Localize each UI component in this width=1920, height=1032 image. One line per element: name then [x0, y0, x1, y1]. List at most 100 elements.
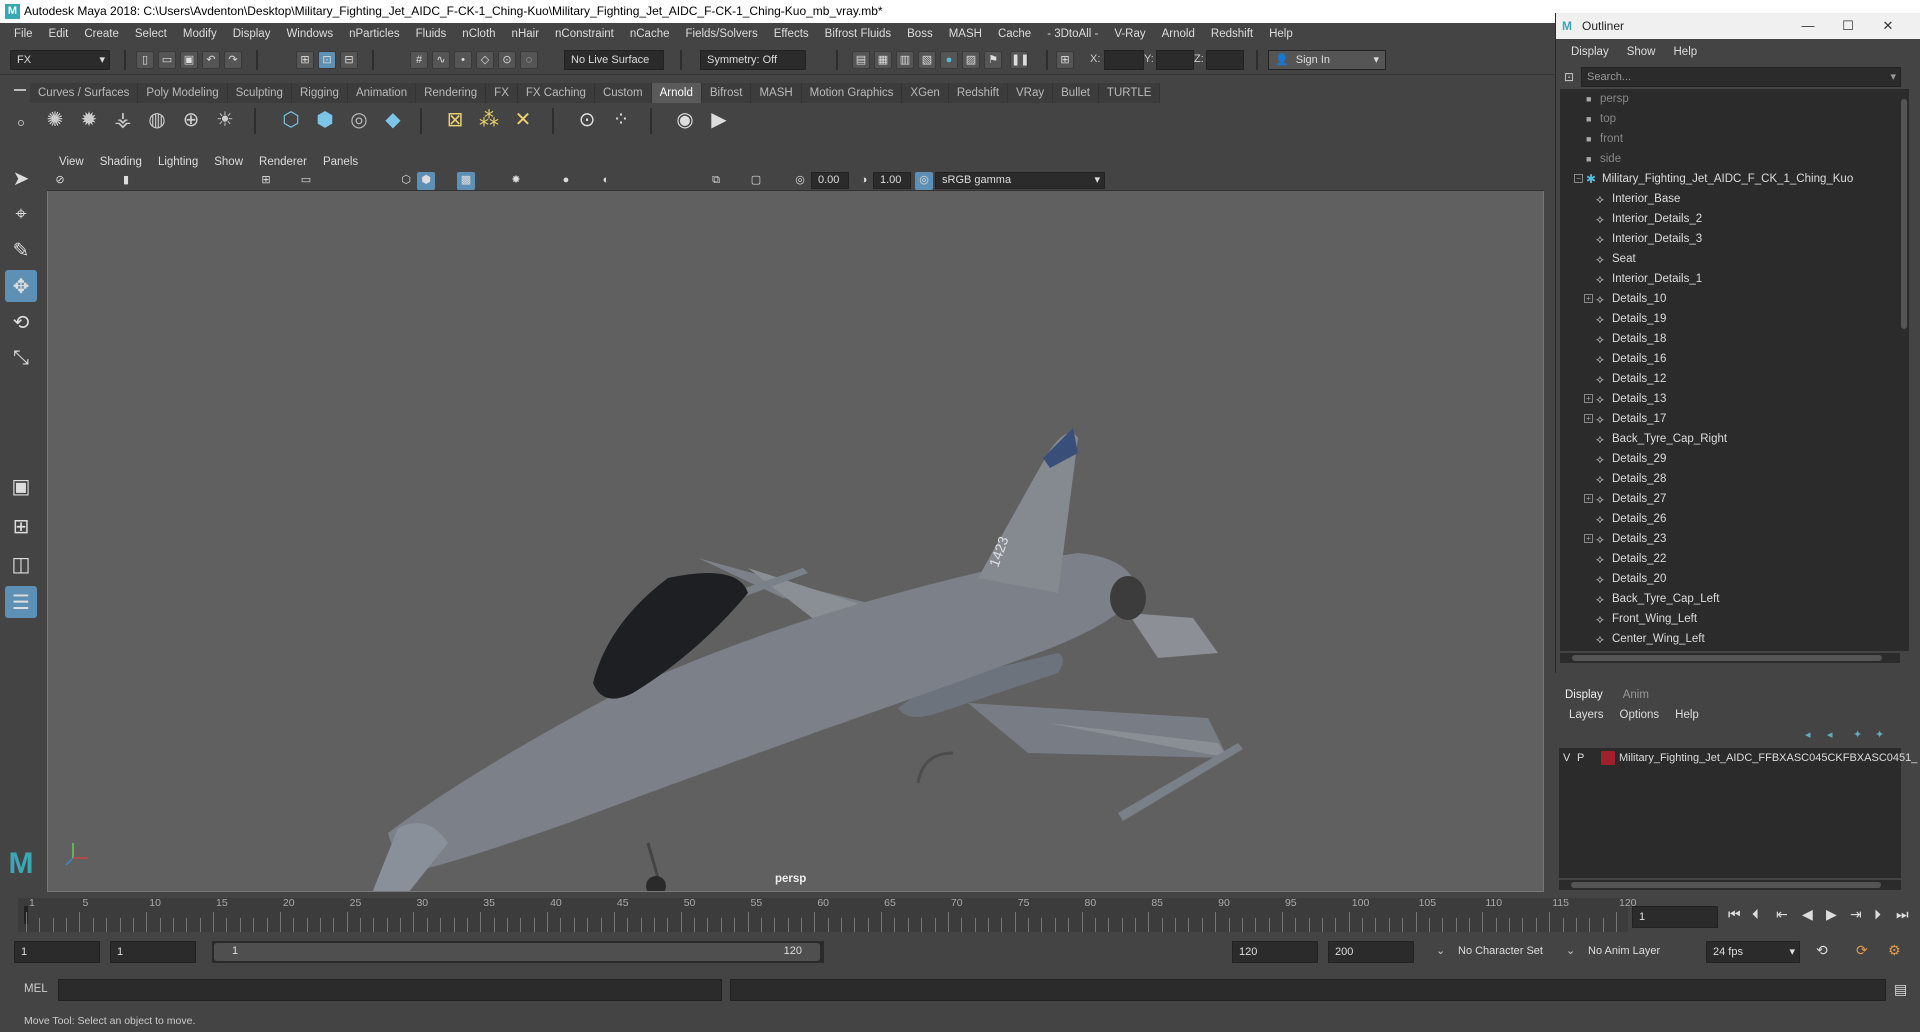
menu-item-file[interactable]: File [6, 28, 41, 40]
arnold-renderview-icon[interactable]: ◉ [670, 104, 700, 134]
outliner-item-row[interactable]: ⟡ Details_29 [1560, 449, 1900, 469]
move-layer-up-icon[interactable]: ◂ [1805, 728, 1811, 741]
textured-icon[interactable]: ▩ [457, 172, 475, 190]
menu-item-nparticles[interactable]: nParticles [341, 28, 408, 40]
outliner-item-row[interactable]: + ⟡ Details_13 [1560, 389, 1900, 409]
menu-item-ncache[interactable]: nCache [622, 28, 678, 40]
outliner-item-row[interactable]: ⟡ Center_Wing_Left [1560, 629, 1900, 649]
outliner-menu-help[interactable]: Help [1665, 46, 1707, 58]
shelf-tab-sculpting[interactable]: Sculpting [227, 83, 292, 103]
menu-item-v-ray[interactable]: V-Ray [1106, 28, 1153, 40]
new-scene-icon[interactable]: ▯ [136, 51, 154, 69]
outliner-item-row[interactable]: ⟡ Details_12 [1560, 369, 1900, 389]
create-volume-icon[interactable]: ◆ [378, 104, 408, 134]
bookmarks-icon[interactable]: ▮ [117, 172, 135, 190]
layer-visibility-toggle[interactable]: V [1563, 748, 1570, 768]
open-scene-icon[interactable]: ▭ [158, 51, 176, 69]
gamma-icon[interactable]: ◑ [855, 172, 873, 190]
outliner-root-row[interactable]: − ✱ Military_Fighting_Jet_AIDC_F_CK_1_Chin… [1560, 169, 1900, 189]
create-curve-collector-icon[interactable]: ◎ [344, 104, 374, 134]
shelf-tab-bifrost[interactable]: Bifrost [701, 83, 752, 103]
single-view-layout-icon[interactable]: ▣ [5, 470, 37, 502]
menu-item-boss[interactable]: Boss [899, 28, 941, 40]
colorspace-dropdown[interactable]: sRGB gamma ▾ [935, 172, 1105, 189]
tx-manager-icon[interactable]: ⊙ [572, 104, 602, 134]
mel-command-input[interactable] [58, 979, 722, 1001]
layer-tab-anim[interactable]: Anim [1613, 686, 1659, 704]
two-view-layout-icon[interactable]: ◫ [5, 548, 37, 580]
menu-item-help[interactable]: Help [1261, 28, 1301, 40]
menuset-dropdown[interactable]: FX ▾ [10, 50, 110, 70]
smooth-shade-icon[interactable]: ⬢ [417, 172, 435, 190]
shelf-tab-redshift[interactable]: Redshift [948, 83, 1009, 103]
shelf-tab-curves-surfaces[interactable]: Curves / Surfaces [30, 83, 139, 103]
ipr-render-icon[interactable]: ▥ [896, 51, 914, 69]
outliner-item-row[interactable]: ⟡ Details_28 [1560, 469, 1900, 489]
outliner-item-row[interactable]: ⟡ Back_Tyre_Cap_Right [1560, 429, 1900, 449]
close-icon[interactable]: ✕ [1868, 13, 1908, 39]
scroll-thumb[interactable] [1572, 655, 1882, 661]
viewport-menu-show[interactable]: Show [206, 156, 251, 168]
shelf-tab-custom[interactable]: Custom [594, 83, 652, 103]
anim-layer-icon[interactable]: ⌄ [1566, 944, 1575, 957]
shelf-tab-animation[interactable]: Animation [347, 83, 417, 103]
outliner-item-row[interactable]: ⟡ Interior_Details_2 [1560, 209, 1900, 229]
menu-item-redshift[interactable]: Redshift [1203, 28, 1261, 40]
gamma-field[interactable]: 1.00 [873, 172, 911, 189]
scale-tool-icon[interactable]: ⤡ [5, 342, 37, 374]
hypershade-icon[interactable]: ● [940, 51, 958, 69]
expand-icon[interactable]: + [1584, 294, 1593, 303]
outliner-item-row[interactable]: + ⟡ Details_27 [1560, 489, 1900, 509]
layer-playback-toggle[interactable]: P [1577, 748, 1584, 768]
shelf-tab-rigging[interactable]: Rigging [291, 83, 348, 103]
shelf-tab-fx-caching[interactable]: FX Caching [517, 83, 595, 103]
time-slider[interactable]: 1 5 10 15 20 25 30 35 40 45 50 55 60 65 70 75 80 85 90 95 10… [18, 897, 1637, 932]
menu-item-3dtoall[interactable]: - 3DtoAll - [1039, 28, 1106, 40]
snap-curve-icon[interactable]: ∿ [432, 51, 450, 69]
play-backward-icon[interactable]: ◀ [1802, 906, 1813, 923]
shelf-tab-fx[interactable]: FX [486, 83, 518, 103]
go-to-end-icon[interactable]: ⏭ [1896, 906, 1909, 923]
playback-start-field[interactable]: 1 [110, 941, 196, 963]
outliner-item-row[interactable]: ⟡ Interior_Base [1560, 189, 1900, 209]
character-set-dropdown[interactable]: No Character Set [1452, 941, 1552, 963]
menu-item-arnold[interactable]: Arnold [1154, 28, 1203, 40]
expand-icon[interactable]: + [1584, 494, 1593, 503]
expand-icon[interactable]: + [1584, 394, 1593, 403]
new-layer-selected-icon[interactable]: ✦ [1875, 728, 1884, 741]
shelf-tab-vray[interactable]: VRay [1008, 83, 1054, 103]
exposure-field[interactable]: 0.00 [811, 172, 849, 189]
scroll-thumb[interactable] [1571, 882, 1881, 888]
loop-icon[interactable]: ⟲ [1816, 942, 1828, 959]
step-back-icon[interactable]: ⏴ [1752, 906, 1759, 923]
redo-icon[interactable]: ↷ [224, 51, 242, 69]
viewport-menu-shading[interactable]: Shading [92, 156, 150, 168]
live-surface-field[interactable]: No Live Surface [564, 50, 664, 70]
create-standin-icon[interactable]: ⬡ [276, 104, 306, 134]
viewport-menu-view[interactable]: View [51, 156, 92, 168]
ai-skydome-light-icon[interactable]: ◍ [142, 104, 172, 134]
viewport-menu-lighting[interactable]: Lighting [150, 156, 206, 168]
render-sequence-icon[interactable]: ▶ [704, 104, 734, 134]
snap-live-icon[interactable]: ⊙ [498, 51, 516, 69]
outliner-menu-show[interactable]: Show [1618, 46, 1665, 58]
lights-icon[interactable]: ✸ [507, 172, 525, 190]
layer-row[interactable]: V P Military_Fighting_Jet_AIDC_FFBXASC04… [1559, 748, 1917, 768]
color-management-icon[interactable]: ◎ [915, 172, 933, 190]
shadows-icon[interactable]: ● [557, 172, 575, 190]
select-object-icon[interactable]: ⊡ [318, 51, 336, 69]
rotate-tool-icon[interactable]: ⟲ [5, 306, 37, 338]
menu-item-fluids[interactable]: Fluids [408, 28, 455, 40]
menu-item-modify[interactable]: Modify [175, 28, 225, 40]
filter-icon[interactable]: ⊡ [1564, 70, 1574, 84]
step-forward-key-icon[interactable]: ⇥ [1850, 906, 1862, 923]
ai-physical-sky-icon[interactable]: ☀ [210, 104, 240, 134]
menu-item-effects[interactable]: Effects [766, 28, 817, 40]
flush-texture-cache-icon[interactable]: ⊠ [440, 104, 470, 134]
menu-item-display[interactable]: Display [225, 28, 279, 40]
ai-light-portal-icon[interactable]: ⊕ [176, 104, 206, 134]
shelf-settings-icon[interactable] [18, 120, 24, 126]
outliner-item-row[interactable]: ⟡ Interior_Details_1 [1560, 269, 1900, 289]
shelf-tab-mash[interactable]: MASH [751, 83, 802, 103]
fps-dropdown[interactable]: 24 fps ▾ [1706, 941, 1800, 963]
